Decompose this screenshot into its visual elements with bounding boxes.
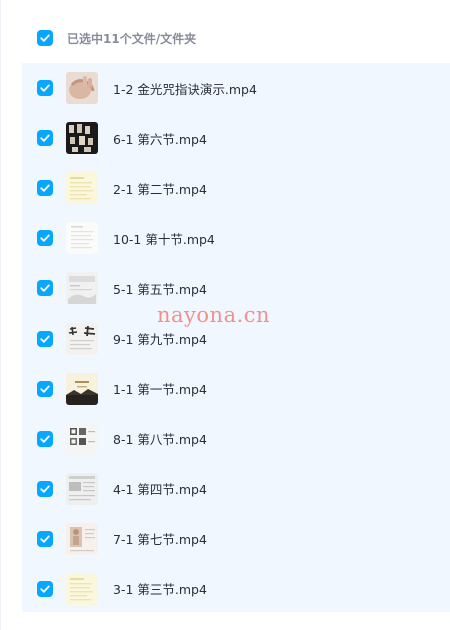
file-row[interactable]: 1-1 第一节.mp4 [22,364,450,414]
video-thumbnail[interactable] [66,472,98,505]
video-thumbnail[interactable] [66,72,98,105]
check-icon [40,585,50,593]
video-thumbnail[interactable] [66,272,98,305]
file-name[interactable]: 3-1 第三节.mp4 [113,579,207,598]
check-icon [40,184,50,192]
file-name[interactable]: 9-1 第九节.mp4 [113,329,207,348]
file-row[interactable]: 4-1 第四节.mp4 [22,464,450,514]
file-checkbox[interactable] [37,380,53,397]
check-icon [40,284,50,293]
file-checkbox[interactable] [37,330,53,347]
check-icon [40,485,50,493]
file-checkbox[interactable] [37,280,53,297]
file-checkbox[interactable] [37,80,53,97]
video-thumbnail[interactable] [66,222,98,255]
selection-count-text: 已选中11个文件/文件夹 [67,31,197,46]
check-icon [40,134,50,142]
video-thumbnail[interactable] [66,122,98,155]
file-checkbox[interactable] [37,180,53,197]
file-checkbox[interactable] [37,580,53,597]
watermark-text: nayona.cn [157,303,271,327]
check-icon [40,84,50,92]
select-all-checkbox[interactable] [37,30,53,46]
file-name[interactable]: 1-2 金光咒指诀演示.mp4 [113,79,257,98]
file-row[interactable]: 7-1 第七节.mp4 [22,514,450,564]
check-icon [40,385,50,393]
video-thumbnail[interactable] [66,322,98,355]
file-checkbox[interactable] [37,130,53,147]
selection-header: 已选中11个文件/文件夹 [22,20,196,56]
file-row[interactable]: 6-1 第六节.mp4 [22,113,450,163]
file-name[interactable]: 8-1 第八节.mp4 [113,429,207,448]
file-name[interactable]: 7-1 第七节.mp4 [113,529,207,548]
file-row[interactable]: 3-1 第三节.mp4 [22,564,450,614]
video-thumbnail[interactable] [66,572,98,605]
file-name[interactable]: 5-1 第五节.mp4 [113,279,207,298]
check-icon [40,234,50,243]
file-row[interactable]: 2-1 第二节.mp4 [22,163,450,213]
file-name[interactable]: 4-1 第四节.mp4 [113,479,207,498]
file-selection-panel: 已选中11个文件/文件夹 1-2 金光咒指诀演示.mp4 6-1 第六节.mp4 2… [0,0,450,630]
file-name[interactable]: 6-1 第六节.mp4 [113,129,207,148]
file-name[interactable]: 10-1 第十节.mp4 [113,229,215,248]
video-thumbnail[interactable] [66,172,98,205]
file-list: 1-2 金光咒指诀演示.mp4 6-1 第六节.mp4 2-1 第二节.mp4 10-… [22,63,450,612]
video-thumbnail[interactable] [66,522,98,555]
video-thumbnail[interactable] [66,372,98,405]
file-name[interactable]: 1-1 第一节.mp4 [113,379,207,398]
check-icon [40,435,50,443]
check-icon [40,535,50,543]
file-name[interactable]: 2-1 第二节.mp4 [113,179,207,198]
check-icon [40,34,50,42]
file-row[interactable]: 8-1 第八节.mp4 [22,414,450,464]
file-checkbox[interactable] [37,430,53,447]
check-icon [40,335,50,343]
file-row[interactable]: 10-1 第十节.mp4 [22,213,450,263]
file-row[interactable]: 1-2 金光咒指诀演示.mp4 [22,63,450,113]
file-checkbox[interactable] [37,480,53,497]
file-checkbox[interactable] [37,230,53,247]
video-thumbnail[interactable] [66,422,98,455]
divider [0,0,1,630]
file-checkbox[interactable] [37,530,53,547]
